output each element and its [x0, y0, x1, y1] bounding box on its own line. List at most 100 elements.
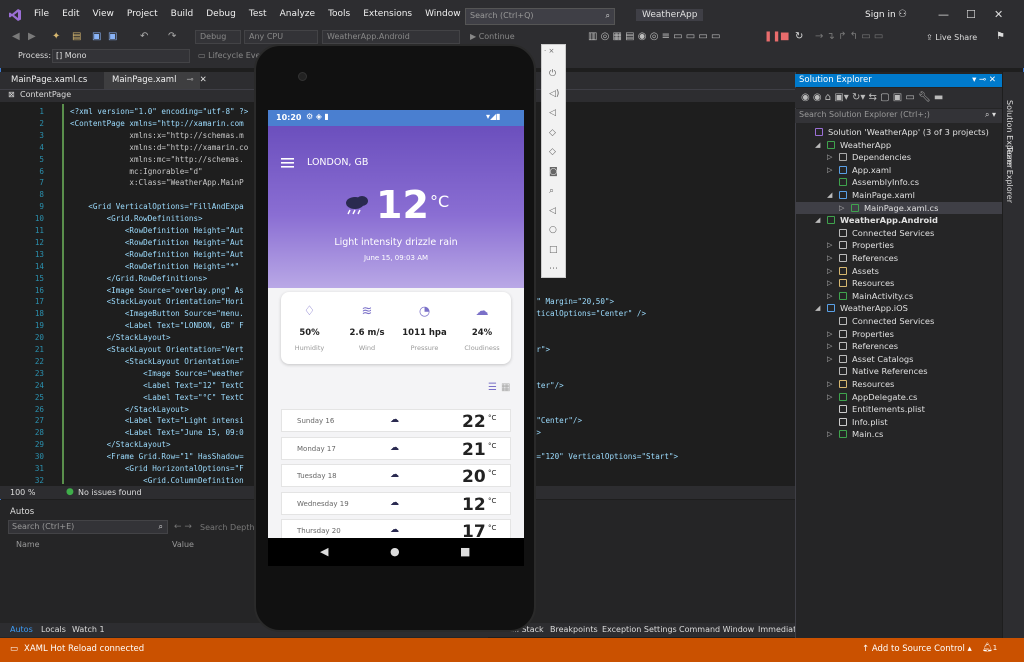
solution-item[interactable]: Native References [795, 365, 1002, 378]
menu-item-build[interactable]: Build [171, 9, 194, 19]
back-nav-icon[interactable]: ◀ [320, 545, 328, 558]
menu-item-tools[interactable]: Tools [328, 9, 350, 19]
tab-command-window[interactable]: Command Window [679, 625, 754, 634]
pause-icon[interactable]: ❚❚ [764, 31, 781, 42]
collapse-arrow-icon[interactable]: ▷ [827, 428, 832, 440]
tab-close-icon[interactable]: ✕ [200, 75, 207, 85]
tab-pin-icon[interactable]: ⊸ [186, 75, 193, 85]
solution-item[interactable]: Connected Services [795, 315, 1002, 328]
redo-icon[interactable]: ↷ [168, 31, 176, 42]
solution-item[interactable]: ▷ Main.cs [795, 428, 1002, 441]
solution-item[interactable]: ▷ Asset Catalogs [795, 353, 1002, 366]
expand-arrow-icon[interactable]: ◢ [815, 214, 820, 226]
solution-item[interactable]: ▷ Resources [795, 378, 1002, 391]
search-input[interactable]: Search (Ctrl+Q) ⌕ [465, 8, 615, 25]
save-icon[interactable]: ▣ [92, 31, 101, 42]
configuration-select[interactable]: Debug [195, 30, 241, 44]
expand-arrow-icon[interactable]: ◢ [827, 189, 832, 201]
minimize-button[interactable]: — [938, 8, 949, 21]
menu-item-edit[interactable]: Edit [62, 9, 79, 19]
notification-icon[interactable]: 🔔︎1 [982, 643, 997, 653]
forecast-row[interactable]: Wednesday 19 ☁ 12 °C [281, 491, 511, 515]
autos-search-input[interactable]: Search (Ctrl+E) ⌕ [8, 520, 168, 534]
solution-item[interactable]: ◢ WeatherApp.Android [795, 214, 1002, 227]
grid-view-icon[interactable]: ▦ [501, 382, 510, 393]
solution-item[interactable]: ▷ MainActivity.cs [795, 290, 1002, 303]
solution-item[interactable]: ◢ MainPage.xaml [795, 189, 1002, 202]
menu-icon[interactable] [281, 158, 294, 168]
collapse-arrow-icon[interactable]: ▷ [827, 340, 832, 352]
solution-toolbar-icons[interactable]: ◉ ◉ ⌂ ▣▾ ↻▾ ⇆ ▢ ▣ ▭ 🔧︎ ▬ [801, 92, 943, 103]
collapse-arrow-icon[interactable]: ▷ [827, 151, 832, 163]
collapse-arrow-icon[interactable]: ▷ [827, 328, 832, 340]
solution-item[interactable]: Info.plist [795, 416, 1002, 429]
forecast-row[interactable]: Thursday 20 ☁ 17 °C [281, 519, 511, 539]
collapse-arrow-icon[interactable]: ▷ [827, 290, 832, 302]
forecast-row[interactable]: Sunday 16 ☁ 22 °C [281, 409, 511, 432]
zoom-level[interactable]: 100 % [10, 488, 35, 497]
tab-mainpage-xaml[interactable]: MainPage.xaml ⊸ ✕ [104, 72, 207, 89]
solution-item[interactable]: ▷ Properties [795, 328, 1002, 341]
collapse-arrow-icon[interactable]: ▷ [827, 265, 832, 277]
undo-icon[interactable]: ↶ [140, 31, 148, 42]
solution-item[interactable]: Solution 'WeatherApp' (3 of 3 projects) [795, 126, 1002, 139]
collapse-arrow-icon[interactable]: ▷ [827, 239, 832, 251]
tab-locals[interactable]: Locals [41, 625, 66, 634]
save-all-icon[interactable]: ▣ [108, 31, 117, 42]
stop-icon[interactable]: ■ [780, 31, 789, 42]
collapse-arrow-icon[interactable]: ▷ [827, 277, 832, 289]
collapse-arrow-icon[interactable]: ▷ [827, 252, 832, 264]
collapse-arrow-icon[interactable]: ▷ [839, 202, 844, 214]
menu-item-analyze[interactable]: Analyze [280, 9, 315, 19]
sign-in-button[interactable]: Sign in [865, 10, 896, 20]
collapse-arrow-icon[interactable]: ▷ [827, 164, 832, 176]
solution-item[interactable]: ▷ MainPage.xaml.cs [795, 201, 1002, 215]
tab-watch[interactable]: Watch 1 [72, 625, 105, 634]
column-name[interactable]: Name [16, 540, 40, 549]
toolbar-icons[interactable]: ▥ ◎ ▦ ▤ ◉ ◎ ≡ ▭ ▭ ▭ ▭ [588, 31, 720, 42]
solution-item[interactable]: ◢ WeatherApp.iOS [795, 302, 1002, 315]
solution-item[interactable]: ▷ App.xaml [795, 164, 1002, 177]
column-value[interactable]: Value [172, 540, 194, 549]
menu-item-debug[interactable]: Debug [206, 9, 236, 19]
solution-item[interactable]: ▷ References [795, 340, 1002, 353]
feedback-icon[interactable]: ⚑ [996, 31, 1005, 42]
forecast-row[interactable]: Tuesday 18 ☁ 20 °C [281, 464, 511, 487]
recents-nav-icon[interactable]: ■ [460, 545, 470, 558]
forward-icon[interactable]: ▶ [28, 31, 36, 42]
tab-autos[interactable]: Autos [10, 625, 33, 634]
tab-mainpage-xaml-cs[interactable]: MainPage.xaml.cs [3, 72, 95, 89]
tab-exception-settings[interactable]: Exception Settings [602, 625, 677, 634]
collapse-arrow-icon[interactable]: ▷ [827, 353, 832, 365]
forecast-row[interactable]: Monday 17 ☁ 21 °C [281, 436, 511, 460]
solution-item[interactable]: ▷ References [795, 252, 1002, 265]
menu-item-file[interactable]: File [34, 9, 49, 19]
tab-immediate[interactable]: Immediat [758, 625, 796, 634]
expand-arrow-icon[interactable]: ◢ [815, 139, 820, 151]
menu-item-view[interactable]: View [93, 9, 114, 19]
expand-arrow-icon[interactable]: ◢ [815, 302, 820, 314]
solution-item[interactable]: ◢ WeatherApp [795, 139, 1002, 152]
open-folder-icon[interactable]: ▤ [72, 31, 81, 42]
menu-item-test[interactable]: Test [249, 9, 267, 19]
menu-item-window[interactable]: Window [425, 9, 461, 19]
collapse-arrow-icon[interactable]: ▷ [827, 378, 832, 390]
home-nav-icon[interactable]: ● [390, 545, 400, 558]
startup-project-select[interactable]: WeatherApp.Android [322, 30, 460, 44]
process-select[interactable]: [] Mono [52, 49, 190, 63]
new-project-icon[interactable]: ✦ [52, 31, 60, 42]
user-icon[interactable]: ⚇ [898, 9, 907, 20]
solution-item[interactable]: ▷ Assets [795, 265, 1002, 278]
solution-item[interactable]: ▷ Properties [795, 239, 1002, 252]
step-icons[interactable]: → ↴ ↱ ↰ ▭ ▭ [815, 31, 883, 42]
collapse-arrow-icon[interactable]: ▷ [827, 391, 832, 403]
menu-item-project[interactable]: Project [127, 9, 158, 19]
search-depth[interactable]: Search Depth [200, 523, 254, 532]
solution-item[interactable]: Entitlements.plist [795, 403, 1002, 416]
list-view-icon[interactable]: ☰ [488, 382, 497, 393]
live-share-button[interactable]: ⇪ Live Share [926, 33, 977, 42]
emulator-window-controls[interactable]: · × [544, 47, 554, 55]
solution-item[interactable]: Connected Services [795, 227, 1002, 240]
emulator-tool-icons[interactable]: ⏻ ◁) ◁ ◇ ◇ ◙ ⌕ ◁ ○ □ ⋯ [549, 65, 559, 280]
solution-item[interactable]: AssemblyInfo.cs [795, 176, 1002, 189]
